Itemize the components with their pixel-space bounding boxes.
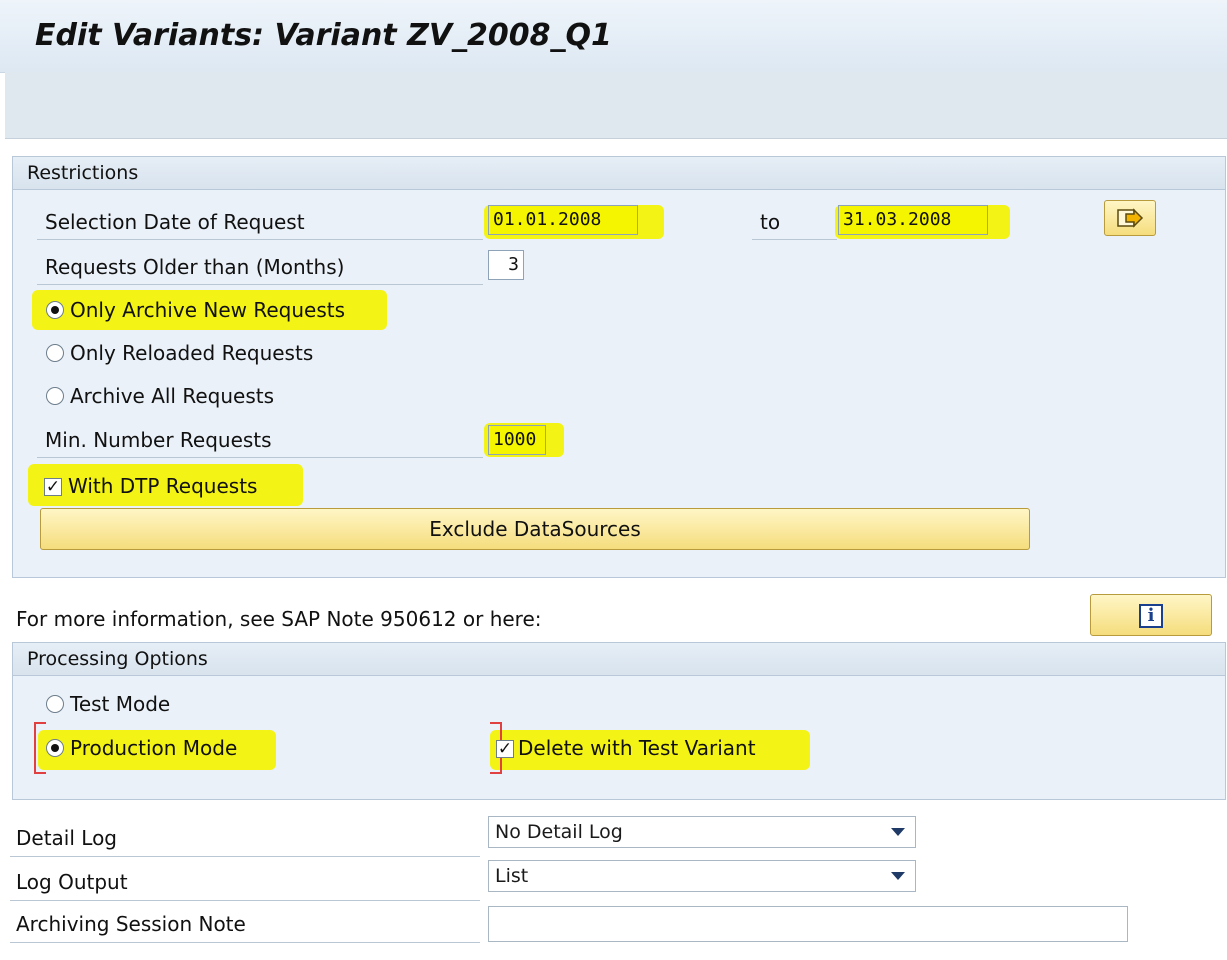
chevron-down-icon: [891, 872, 905, 880]
radio-archive-all[interactable]: [46, 387, 64, 405]
min-number-label: Min. Number Requests: [45, 428, 272, 452]
date-from-field[interactable]: 01.01.2008: [488, 205, 638, 235]
radio-only-reloaded-label: Only Reloaded Requests: [70, 341, 314, 365]
min-number-underline: [37, 457, 483, 458]
selection-date-label: Selection Date of Request: [45, 210, 305, 234]
detail-log-dropdown[interactable]: No Detail Log: [488, 816, 916, 848]
detail-log-value: No Detail Log: [495, 821, 623, 843]
delete-test-variant-label: Delete with Test Variant: [518, 736, 756, 760]
arrow-right-icon: [1117, 208, 1144, 228]
chevron-down-icon: [891, 828, 905, 836]
radio-test-mode[interactable]: [46, 695, 64, 713]
exclude-datasources-button[interactable]: Exclude DataSources: [40, 508, 1030, 550]
detail-log-label: Detail Log: [16, 826, 117, 850]
delete-test-variant-checkbox[interactable]: ✓: [496, 740, 514, 758]
radio-only-new[interactable]: [46, 301, 64, 319]
application-toolbar: [5, 72, 1227, 139]
production-mode-required-marker: [34, 722, 46, 774]
session-note-input[interactable]: [488, 906, 1128, 942]
title-bar: Edit Variants: Variant ZV_2008_Q1: [0, 0, 1227, 73]
to-underline: [752, 239, 837, 240]
page-title: Edit Variants: Variant ZV_2008_Q1: [35, 18, 612, 53]
restrictions-heading: Restrictions: [13, 157, 1225, 190]
log-output-value: List: [495, 865, 529, 887]
multiple-selection-button[interactable]: [1104, 200, 1156, 236]
info-button[interactable]: i: [1090, 594, 1212, 636]
date-to-field[interactable]: 31.03.2008: [838, 205, 988, 235]
radio-only-reloaded[interactable]: [46, 344, 64, 362]
session-note-label: Archiving Session Note: [16, 912, 246, 936]
log-output-underline: [10, 900, 480, 901]
to-label: to: [760, 210, 781, 234]
dtp-label: With DTP Requests: [68, 474, 258, 498]
info-icon: i: [1139, 604, 1163, 628]
older-than-underline: [37, 284, 483, 285]
log-output-dropdown[interactable]: List: [488, 860, 916, 892]
radio-production-mode[interactable]: [46, 739, 64, 757]
radio-archive-all-label: Archive All Requests: [70, 384, 275, 408]
min-number-field[interactable]: 1000: [488, 425, 546, 455]
selection-date-underline: [37, 239, 483, 240]
info-text: For more information, see SAP Note 95061…: [16, 607, 542, 631]
processing-options-group: Processing Options: [12, 642, 1226, 800]
log-output-label: Log Output: [16, 870, 128, 894]
dtp-checkbox[interactable]: ✓: [44, 478, 62, 496]
older-than-field[interactable]: 3: [488, 250, 524, 280]
older-than-label: Requests Older than (Months): [45, 255, 345, 279]
radio-only-new-label: Only Archive New Requests: [70, 298, 345, 322]
session-note-underline: [10, 942, 480, 943]
radio-test-mode-label: Test Mode: [70, 692, 171, 716]
radio-production-mode-label: Production Mode: [70, 736, 238, 760]
detail-log-underline: [10, 856, 480, 857]
processing-options-heading: Processing Options: [13, 643, 1225, 676]
